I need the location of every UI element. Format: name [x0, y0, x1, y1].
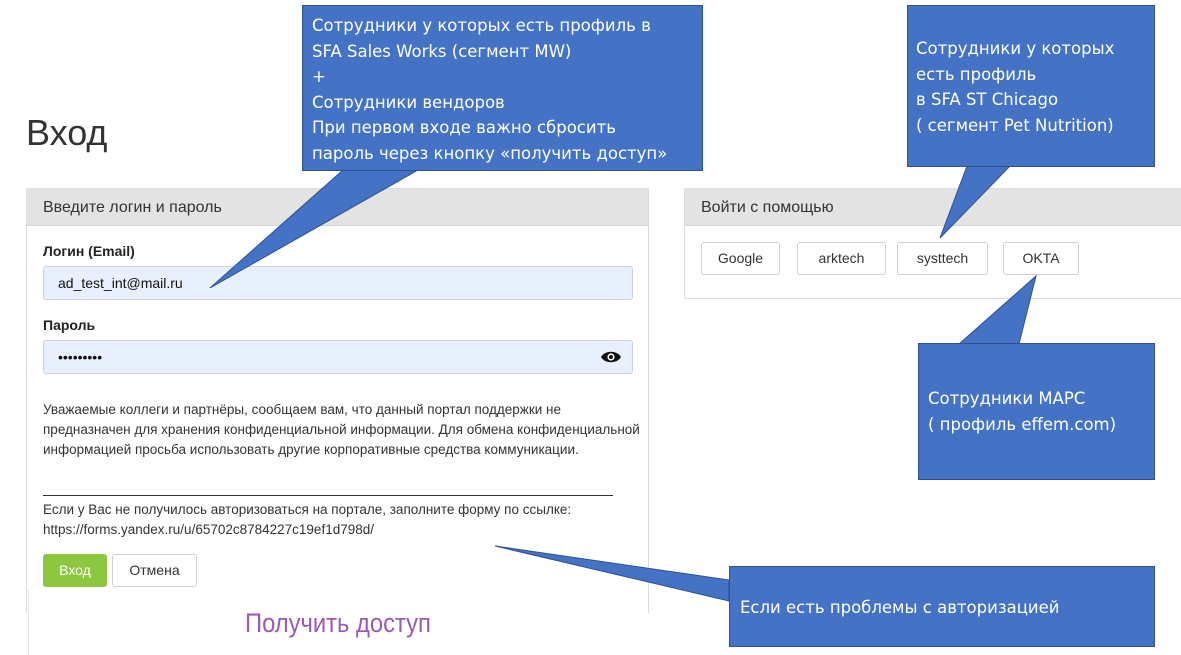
callout-line: Сотрудники МАРС	[928, 389, 1086, 408]
callout-line: пароль через кнопку «получить доступ»	[312, 143, 668, 163]
pointer-mars	[957, 274, 1037, 345]
callout-sfa-mw: Сотрудники у которых есть профиль в SFA …	[302, 5, 703, 171]
callout-line: SFA Sales Works (сегмент MW)	[312, 41, 572, 61]
callout-line: есть профиль	[916, 64, 1037, 84]
pointer-sfa-st	[939, 165, 1012, 239]
callout-line: ( сегмент Pet Nutrition)	[916, 115, 1114, 135]
callout-auth-problem: Если есть проблемы с авторизацией	[729, 566, 1155, 647]
callout-line: Сотрудники у которых есть профиль в	[312, 16, 651, 35]
callout-line: Сотрудники вендоров	[312, 92, 505, 112]
pointer-auth-problem	[494, 545, 730, 602]
callout-line: Если есть проблемы с авторизацией	[740, 598, 1060, 617]
callout-line: Сотрудники у которых	[916, 39, 1115, 58]
callout-line: в SFA ST Chicago	[916, 90, 1059, 110]
callout-sfa-st: Сотрудники у которых есть профиль в SFA …	[907, 5, 1155, 167]
callout-mars: Сотрудники МАРС ( профиль effem.com)	[918, 343, 1155, 480]
callout-line: ( профиль effem.com)	[928, 414, 1117, 434]
callout-line: +	[312, 67, 326, 87]
callout-line: При первом входе важно сбросить	[312, 118, 616, 138]
pointer-sfa-mw	[209, 169, 420, 289]
